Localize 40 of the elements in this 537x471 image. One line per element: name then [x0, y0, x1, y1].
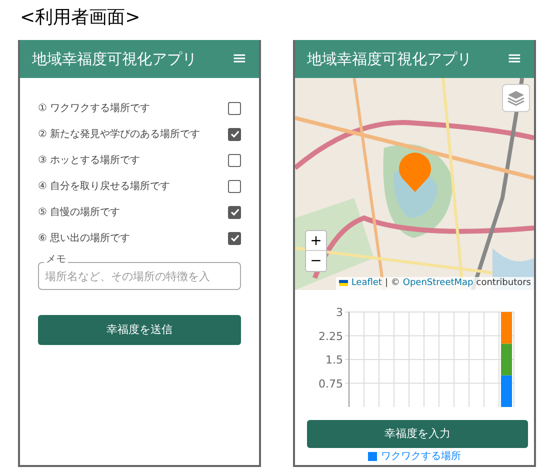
checkbox[interactable]	[228, 180, 241, 192]
checkbox[interactable]	[228, 232, 241, 244]
legend-label: ワクワクする場所	[381, 450, 461, 463]
attribution-text: contributors	[476, 276, 531, 290]
question-label: ⑤ 自慢の場所です	[38, 206, 120, 220]
question-label: ④ 自分を取り戻せる場所です	[38, 180, 170, 194]
app-title: 地域幸福度可視化アプリ	[307, 48, 472, 70]
chart-bar	[501, 344, 512, 376]
attribution-separator: | ©	[384, 276, 400, 290]
memo-field[interactable]: 場所名など、その場所の特徴を入	[38, 262, 241, 290]
flag-icon	[339, 280, 348, 286]
checkbox[interactable]	[228, 128, 241, 140]
menu-button[interactable]: ≡	[232, 50, 247, 68]
question-label: ① ワクワクする場所です	[38, 102, 150, 116]
menu-button[interactable]: ≡	[506, 50, 522, 68]
question-label: ⑥ 思い出の場所です	[38, 232, 130, 246]
question-label: ③ ホッとする場所です	[38, 154, 140, 168]
checkbox[interactable]	[228, 154, 241, 166]
zoom-out-button[interactable]: −	[306, 251, 326, 271]
submit-button[interactable]: 幸福度を送信	[38, 315, 241, 345]
chart-bar	[501, 375, 512, 407]
question-label: ② 新たな発見や学びのある場所です	[38, 128, 200, 142]
leaflet-link[interactable]: Leaflet	[351, 276, 382, 290]
input-button[interactable]: 幸福度を入力	[307, 420, 528, 448]
y-tick-label: 0.75	[318, 377, 343, 390]
app-title: 地域幸福度可視化アプリ	[32, 48, 197, 70]
layers-button[interactable]	[502, 84, 530, 112]
page-title: <利用者画面>	[20, 6, 140, 30]
zoom-in-button[interactable]: +	[306, 231, 326, 251]
y-tick-label: 1.5	[326, 354, 343, 366]
checkbox[interactable]	[228, 206, 241, 218]
y-tick-label: 2.25	[318, 330, 343, 343]
memo-label: メモ	[44, 255, 68, 265]
legend-swatch	[368, 452, 377, 461]
chart-bar	[501, 312, 512, 344]
y-tick-label: 3	[336, 306, 343, 319]
map-marker-icon	[398, 152, 432, 192]
layers-icon	[507, 90, 525, 106]
checkbox[interactable]	[228, 102, 241, 114]
osm-link[interactable]: OpenStreetMap	[402, 276, 474, 290]
